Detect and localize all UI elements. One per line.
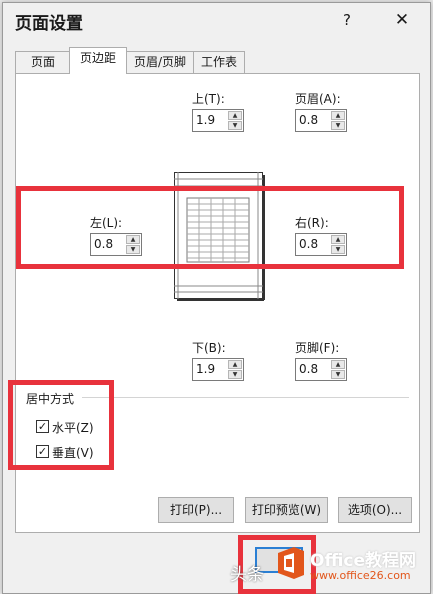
header-margin-spinner[interactable]: 0.8 ▲ ▼ (295, 109, 347, 132)
bottom-margin-value[interactable]: 1.9 (196, 362, 215, 376)
tab-margins[interactable]: 页边距 (69, 47, 127, 74)
footer-margin-label: 页脚(F): (295, 341, 340, 355)
horizontal-center-label[interactable]: 水平(Z) (52, 419, 94, 436)
right-margin-label: 右(R): (295, 216, 329, 230)
vertical-center-checkbox[interactable]: ✓ (36, 445, 49, 458)
watermark-prefix: 头条 (230, 565, 264, 585)
watermark-brand: Office教程网 (310, 551, 417, 571)
office-logo-icon (278, 547, 304, 579)
vertical-center-label[interactable]: 垂直(V) (52, 444, 94, 461)
spin-up-icon[interactable]: ▲ (331, 235, 345, 244)
footer-margin-value[interactable]: 0.8 (299, 362, 318, 376)
page-preview-graphic (174, 172, 265, 301)
watermark: 头条 Office教程网 www.office26.com (230, 532, 433, 594)
top-margin-spinner[interactable]: 1.9 ▲ ▼ (192, 109, 244, 132)
print-preview-button[interactable]: 打印预览(W) (245, 497, 328, 523)
tab-sheet[interactable]: 工作表 (193, 51, 245, 73)
spin-down-icon[interactable]: ▼ (331, 121, 345, 130)
left-margin-spinner[interactable]: 0.8 ▲ ▼ (90, 233, 142, 256)
spin-up-icon[interactable]: ▲ (331, 111, 345, 120)
page-setup-dialog: 页面设置 ? ✕ 页面 页边距 页眉/页脚 工作表 上(T): 1.9 ▲ ▼ 页… (2, 2, 431, 594)
spin-up-icon[interactable]: ▲ (331, 360, 345, 369)
footer-margin-spinner[interactable]: 0.8 ▲ ▼ (295, 358, 347, 381)
right-margin-value[interactable]: 0.8 (299, 237, 318, 251)
print-button[interactable]: 打印(P)... (158, 497, 234, 523)
spin-down-icon[interactable]: ▼ (228, 370, 242, 379)
margins-panel: 上(T): 1.9 ▲ ▼ 页眉(A): 0.8 ▲ ▼ 左(L): 0.8 ▲ ▼ (15, 73, 420, 533)
left-margin-label: 左(L): (90, 216, 123, 230)
watermark-url: www.office26.com (310, 569, 411, 582)
spin-up-icon[interactable]: ▲ (126, 235, 140, 244)
tab-page[interactable]: 页面 (15, 51, 71, 73)
spin-up-icon[interactable]: ▲ (228, 360, 242, 369)
spin-down-icon[interactable]: ▼ (228, 121, 242, 130)
spin-down-icon[interactable]: ▼ (331, 370, 345, 379)
spin-up-icon[interactable]: ▲ (228, 111, 242, 120)
bottom-margin-label: 下(B): (192, 341, 226, 355)
right-margin-spinner[interactable]: 0.8 ▲ ▼ (295, 233, 347, 256)
top-margin-label: 上(T): (192, 92, 225, 106)
left-margin-value[interactable]: 0.8 (94, 237, 113, 251)
header-margin-value[interactable]: 0.8 (299, 113, 318, 127)
page-preview (174, 172, 268, 301)
help-button[interactable]: ? (337, 9, 357, 31)
spin-down-icon[interactable]: ▼ (331, 245, 345, 254)
tab-header-footer[interactable]: 页眉/页脚 (126, 51, 194, 73)
top-margin-value[interactable]: 1.9 (196, 113, 215, 127)
horizontal-center-checkbox[interactable]: ✓ (36, 420, 49, 433)
title-bar: 页面设置 ? ✕ (3, 3, 430, 37)
close-button[interactable]: ✕ (389, 7, 415, 33)
dialog-title: 页面设置 (15, 14, 83, 34)
bottom-margin-spinner[interactable]: 1.9 ▲ ▼ (192, 358, 244, 381)
centering-group-title: 居中方式 (26, 390, 79, 407)
centering-divider (82, 397, 409, 398)
spin-down-icon[interactable]: ▼ (126, 245, 140, 254)
options-button[interactable]: 选项(O)... (338, 497, 412, 523)
header-margin-label: 页眉(A): (295, 92, 341, 106)
